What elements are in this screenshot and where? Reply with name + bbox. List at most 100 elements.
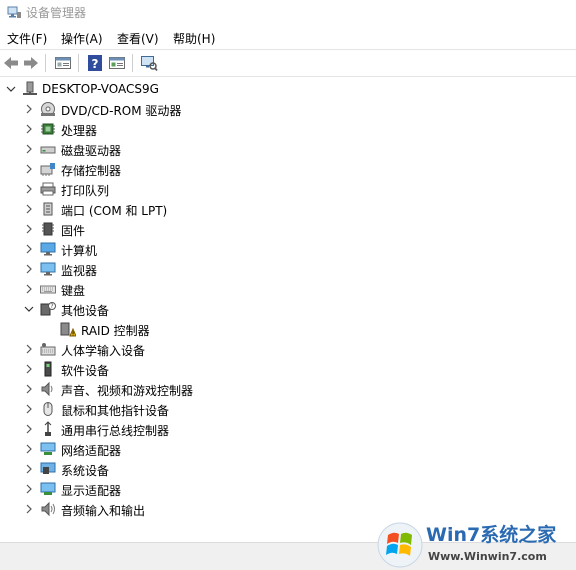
tree-device[interactable]: RAID 控制器 [0,319,576,339]
chevron-down-icon[interactable] [22,301,36,317]
tree-category[interactable]: 显示适配器 [0,479,576,499]
toolbar: ? [0,49,576,77]
tree-item-label: 其他设备 [61,304,110,318]
chevron-right-icon[interactable] [22,401,36,417]
hid-icon [40,343,56,356]
title-bar: 设备管理器 [0,0,576,26]
menu-action[interactable]: 操作(A) [61,30,103,47]
chevron-down-icon[interactable] [4,81,18,97]
tree-category[interactable]: 端口 (COM 和 LPT) [0,199,576,219]
software-device-icon [44,361,52,377]
tree-item-label: 软件设备 [61,364,110,378]
chevron-right-icon[interactable] [22,481,36,497]
chevron-right-icon[interactable] [22,441,36,457]
warning-device-icon [60,322,76,337]
dvd-drive-icon [41,102,55,116]
device-tree: DESKTOP-VOACS9G DVD/CD-ROM 驱动器 处理器磁盘驱动器 存储… [0,77,576,542]
tree-item-label: 固件 [61,224,86,238]
tree-item-label: DVD/CD-ROM 驱动器 [61,104,182,118]
properties-icon[interactable] [54,54,72,72]
chevron-right-icon[interactable] [22,181,36,197]
tree-category[interactable]: 系统设备 [0,459,576,479]
menu-help[interactable]: 帮助(H) [173,30,215,47]
chevron-right-icon[interactable] [22,161,36,177]
chevron-right-icon[interactable] [22,501,36,517]
tree-item-label: 键盘 [61,284,86,298]
sound-icon [41,381,53,397]
tree-category[interactable]: 打印队列 [0,179,576,199]
chevron-right-icon[interactable] [22,221,36,237]
tree-category[interactable]: 软件设备 [0,359,576,379]
system-device-icon [40,462,56,474]
storage-controller-icon [40,163,55,176]
computer-icon [40,242,56,256]
tree-root-label: DESKTOP-VOACS9G [42,82,159,96]
chevron-right-icon[interactable] [22,361,36,377]
back-icon[interactable] [2,54,20,72]
tree-category[interactable]: 键盘 [0,279,576,299]
update-driver-icon[interactable] [108,54,126,72]
audio-io-icon [41,501,55,517]
chevron-right-icon[interactable] [22,101,36,117]
svg-text:?: ? [92,57,99,71]
tree-category[interactable]: 人体学输入设备 [0,339,576,359]
tree-category[interactable]: 磁盘驱动器 [0,139,576,159]
toolbar-separator [45,54,46,72]
tree-item-label: 打印队列 [61,184,110,198]
disk-drive-icon [40,146,56,154]
forward-icon[interactable] [22,54,40,72]
tree-item-label: 端口 (COM 和 LPT) [61,204,168,218]
chevron-right-icon[interactable] [22,461,36,477]
other-devices-icon: ? [40,302,56,316]
tree-item-label: 网络适配器 [61,444,122,458]
tree-category[interactable]: 监视器 [0,259,576,279]
tree-item-label: 处理器 [61,124,98,138]
menu-view[interactable]: 查看(V) [117,30,159,47]
toolbar-separator [78,54,79,72]
tree-item-label: 声音、视频和游戏控制器 [61,384,194,398]
keyboard-icon [40,285,56,294]
svg-text:?: ? [50,303,53,310]
chevron-right-icon[interactable] [22,421,36,437]
chevron-right-icon[interactable] [22,381,36,397]
window-title: 设备管理器 [26,6,87,20]
port-icon [43,202,53,216]
tree-item-label: 音频输入和输出 [61,504,146,518]
watermark-brand: Win7系统之家 [426,523,557,546]
help-icon[interactable]: ? [86,54,104,72]
chevron-right-icon[interactable] [22,261,36,277]
tree-item-label: 通用串行总线控制器 [61,424,170,438]
tree-category[interactable]: 鼠标和其他指针设备 [0,399,576,419]
tree-category[interactable]: 计算机 [0,239,576,259]
network-adapter-icon [40,442,56,455]
chevron-right-icon[interactable] [22,201,36,217]
watermark-url: Www.Winwin7.com [428,550,547,563]
tree-item-label: 人体学输入设备 [61,344,146,358]
tree-category[interactable]: 存储控制器 [0,159,576,179]
monitor-icon [40,262,56,276]
tree-category[interactable]: ? 其他设备 [0,299,576,319]
tree-category[interactable]: 声音、视频和游戏控制器 [0,379,576,399]
tree-category[interactable]: 通用串行总线控制器 [0,419,576,439]
chevron-right-icon[interactable] [22,281,36,297]
menu-file[interactable]: 文件(F) [7,30,47,47]
tree-item-label: 磁盘驱动器 [61,144,122,158]
tree-root[interactable]: DESKTOP-VOACS9G [0,79,576,99]
tree-item-label: 计算机 [61,244,98,258]
printer-icon [40,182,56,196]
scan-hardware-icon[interactable] [140,54,158,72]
display-adapter-icon [40,482,56,495]
tree-category[interactable]: 网络适配器 [0,439,576,459]
tree-item-label: 系统设备 [61,464,110,478]
chevron-right-icon[interactable] [22,341,36,357]
tree-category[interactable]: 处理器 [0,119,576,139]
chevron-right-icon[interactable] [22,121,36,137]
watermark-logo: Win7系统之家 Www.Winwin7.com [377,522,557,568]
tree-item-label: 监视器 [61,264,98,278]
chevron-right-icon[interactable] [22,241,36,257]
device-manager-icon [7,6,21,18]
chevron-right-icon[interactable] [22,141,36,157]
tree-category[interactable]: 固件 [0,219,576,239]
computer-root-icon [23,81,37,95]
tree-category[interactable]: DVD/CD-ROM 驱动器 [0,99,576,119]
